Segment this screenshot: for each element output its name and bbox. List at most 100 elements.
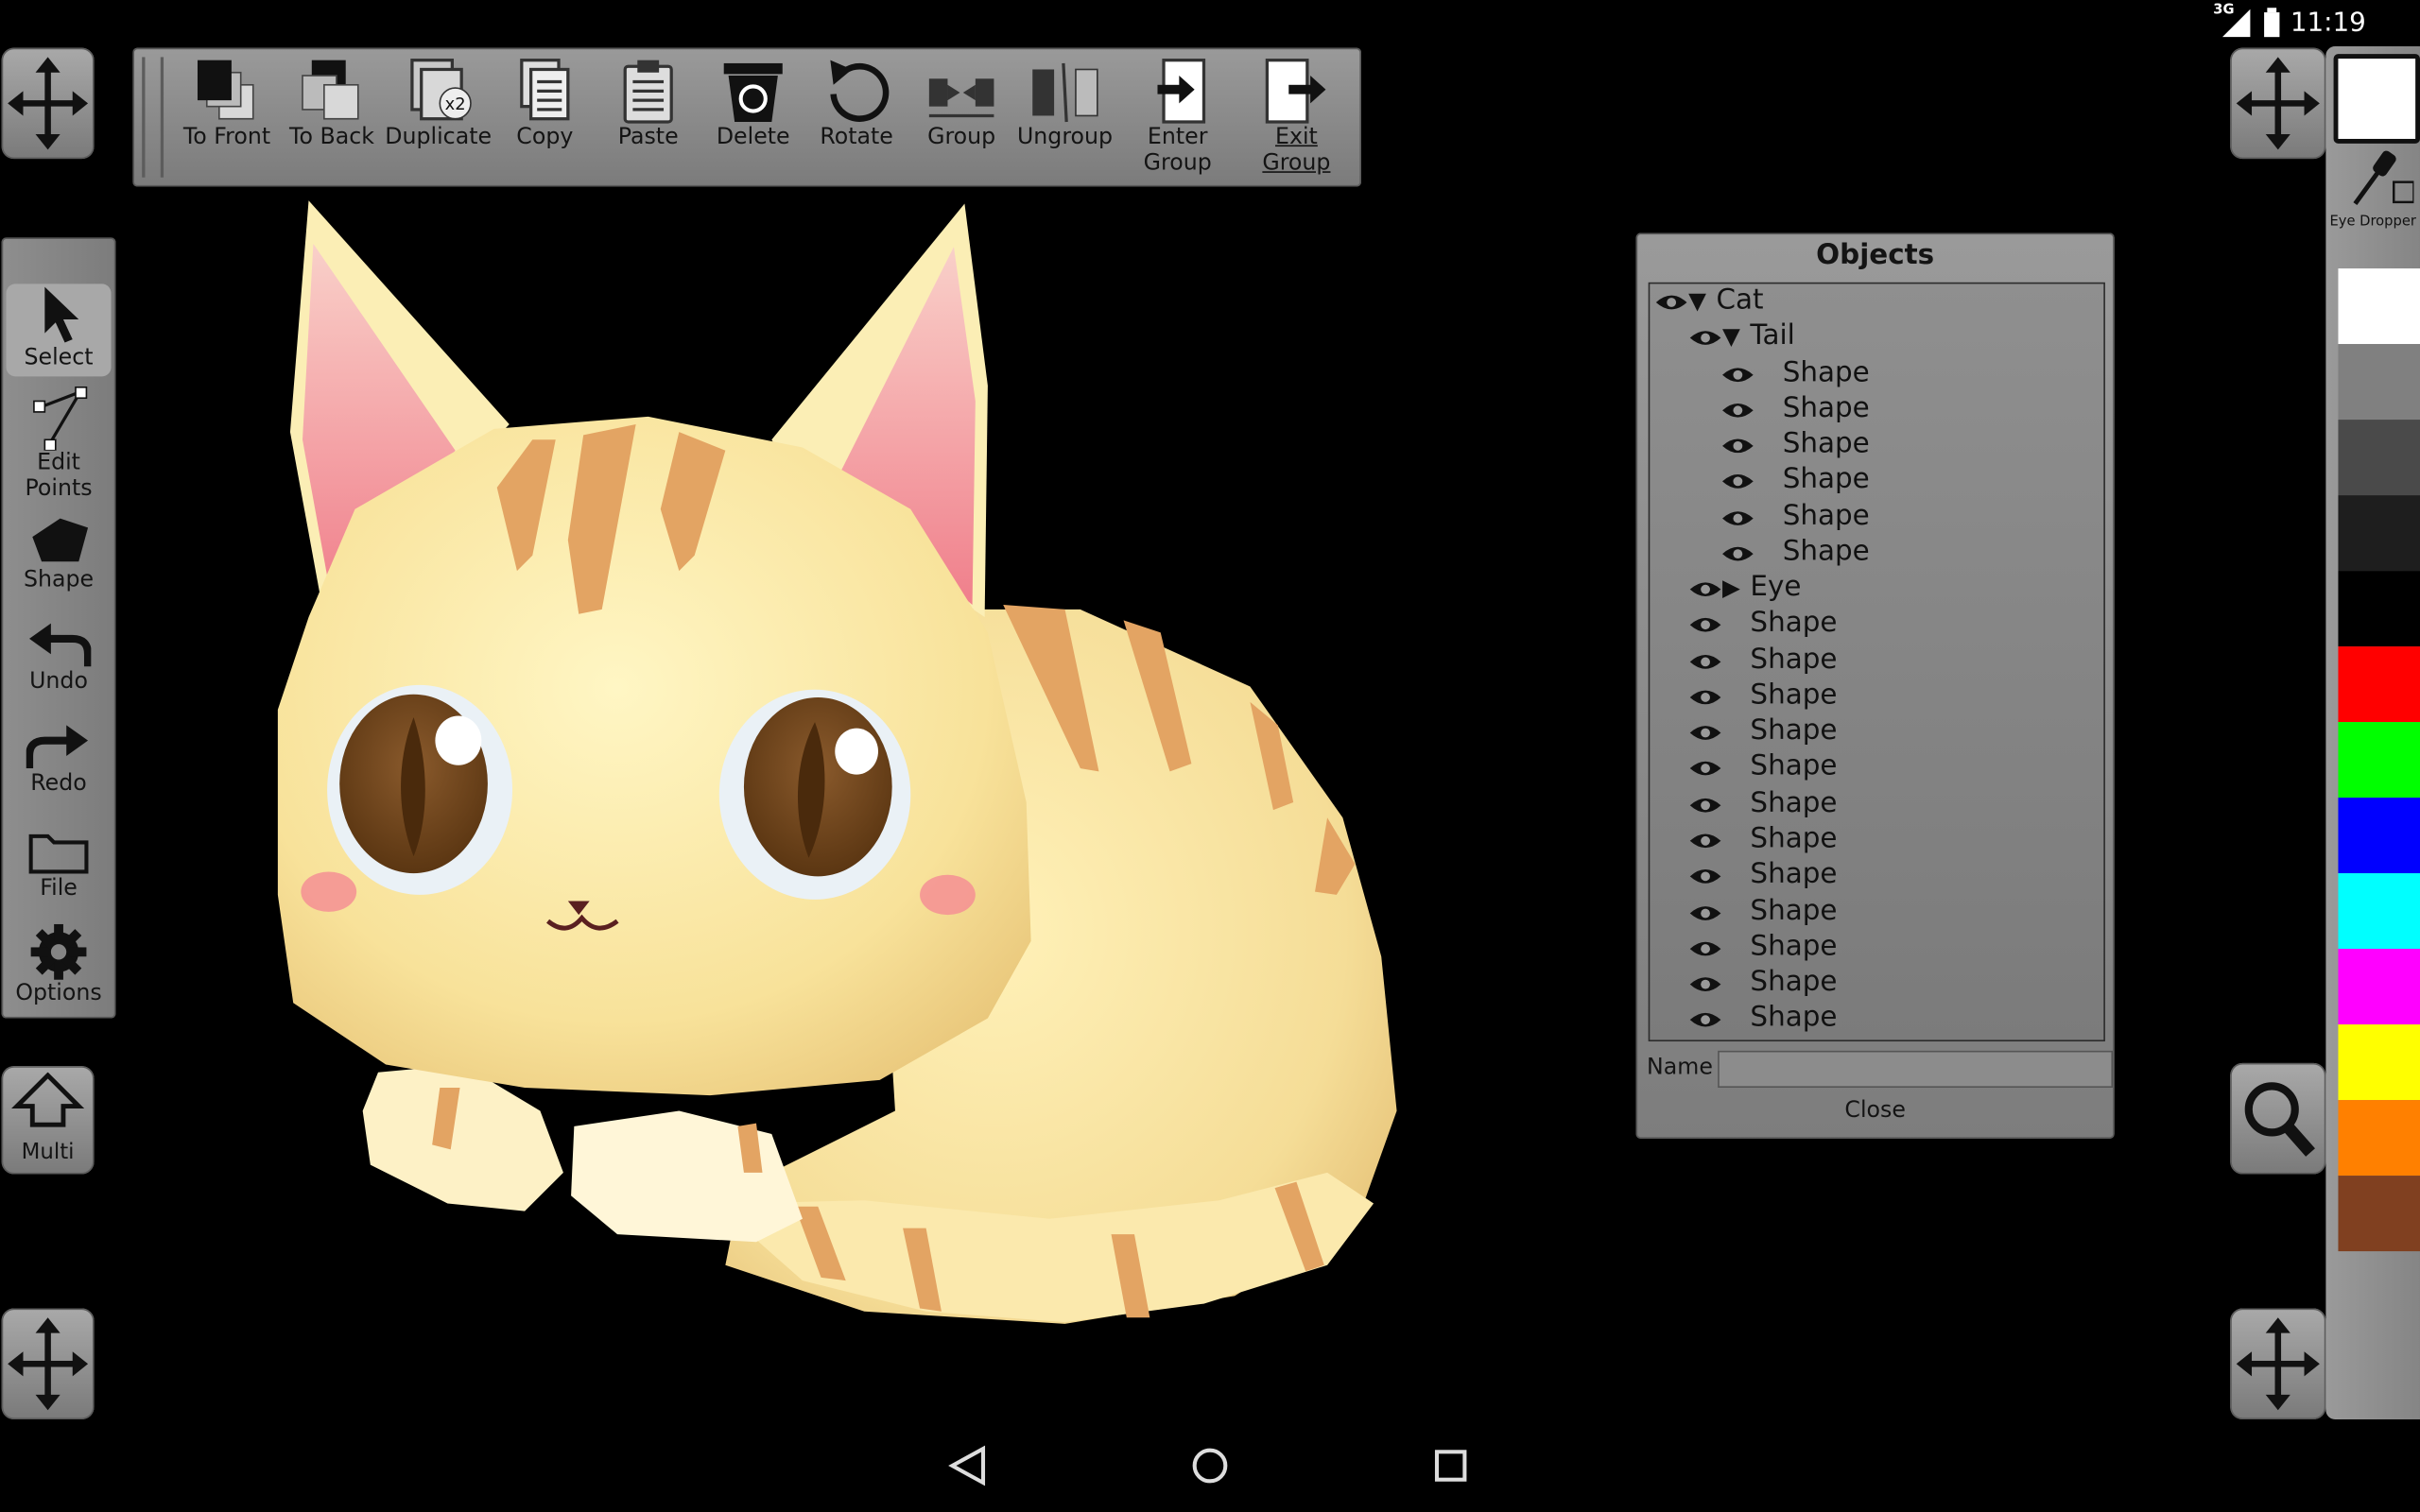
screen: 3G 11:19 To Front To Back x2 Duplicate C… — [0, 0, 2420, 1512]
color-swatch[interactable] — [2338, 344, 2420, 421]
tree-item-shape[interactable]: Shape — [1650, 895, 2103, 931]
to-back-button[interactable]: To Back — [276, 57, 388, 151]
eye-icon[interactable] — [1720, 400, 1754, 421]
exit-group-button[interactable]: Exit Group — [1241, 57, 1353, 177]
select-tool[interactable]: Select — [6, 284, 112, 377]
recents-nav-icon[interactable] — [1429, 1441, 1476, 1487]
eye-icon[interactable] — [1720, 543, 1754, 565]
color-swatch[interactable] — [2338, 420, 2420, 496]
expand-toggle[interactable]: ▶ — [1722, 574, 1740, 601]
color-swatch[interactable] — [2338, 949, 2420, 1025]
eye-icon[interactable] — [1720, 507, 1754, 529]
tree-item-shape[interactable]: Shape — [1650, 858, 2103, 894]
color-swatch[interactable] — [2338, 1176, 2420, 1252]
eye-icon[interactable] — [1688, 830, 1722, 851]
eye-icon[interactable] — [1688, 687, 1722, 709]
zoom-button[interactable] — [2230, 1062, 2326, 1175]
tree-item-label: Shape — [1782, 391, 1870, 424]
file-label: File — [40, 876, 78, 902]
group-button[interactable]: Group — [906, 57, 1017, 151]
ungroup-button[interactable]: Ungroup — [1010, 57, 1121, 151]
to-front-button[interactable]: To Front — [171, 57, 283, 151]
move-handle-top-left[interactable] — [1, 47, 95, 160]
eye-icon[interactable] — [1688, 902, 1722, 924]
options-button[interactable]: Options — [7, 922, 112, 1007]
tree-item-shape[interactable]: Shape — [1650, 930, 2103, 966]
enter-group-button[interactable]: Enter Group — [1122, 57, 1234, 177]
to-front-label: To Front — [182, 125, 271, 150]
close-button[interactable]: Close — [1636, 1098, 2115, 1123]
edit-points-tool[interactable]: Edit Points — [7, 386, 112, 503]
eye-icon[interactable] — [1688, 1009, 1722, 1031]
paste-button[interactable]: Paste — [593, 57, 704, 151]
tree-item-shape[interactable]: Shape — [1650, 427, 2103, 463]
shape-tool[interactable]: Shape — [7, 515, 112, 593]
eye-icon[interactable] — [1688, 866, 1722, 887]
eye-icon[interactable] — [1688, 938, 1722, 960]
file-button[interactable]: File — [7, 827, 112, 902]
move-handle-bottom-left[interactable] — [1, 1308, 95, 1420]
eye-dropper-button[interactable]: Eye Dropper — [2325, 142, 2420, 232]
objects-panel: Objects ▼ Cat ▼ Tail Shape Shape Shape S… — [1635, 232, 2115, 1139]
duplicate-button[interactable]: x2 Duplicate — [383, 57, 494, 151]
expand-toggle[interactable]: ▼ — [1722, 322, 1740, 350]
redo-button[interactable]: Redo — [7, 725, 112, 798]
eye-icon[interactable] — [1654, 292, 1688, 314]
tree-item-cat[interactable]: ▼ Cat — [1650, 284, 2103, 319]
tree-item-tail[interactable]: ▼ Tail — [1650, 319, 2103, 355]
home-nav-icon[interactable] — [1188, 1441, 1235, 1487]
tree-item-shape[interactable]: Shape — [1650, 356, 2103, 392]
tree-item-shape[interactable]: Shape — [1650, 500, 2103, 536]
color-swatch[interactable] — [2338, 873, 2420, 950]
tree-item-shape[interactable]: Shape — [1650, 463, 2103, 499]
edit-points-icon — [33, 386, 88, 451]
rotate-button[interactable]: Rotate — [801, 57, 912, 151]
tree-item-eye[interactable]: ▶ Eye — [1650, 571, 2103, 607]
tree-item-shape[interactable]: Shape — [1650, 679, 2103, 714]
eye-icon[interactable] — [1688, 758, 1722, 780]
eye-icon[interactable] — [1688, 327, 1722, 349]
tree-item-shape[interactable]: Shape — [1650, 822, 2103, 858]
delete-button[interactable]: Delete — [698, 57, 809, 151]
color-swatch[interactable] — [2338, 571, 2420, 647]
eye-icon[interactable] — [1720, 435, 1754, 456]
eye-icon[interactable] — [1688, 722, 1722, 744]
tree-item-shape[interactable]: Shape — [1650, 607, 2103, 643]
multi-button[interactable]: Multi — [1, 1066, 95, 1175]
name-field[interactable] — [1718, 1050, 2114, 1089]
eye-dropper-icon — [2353, 150, 2414, 205]
move-handle-top-right[interactable] — [2230, 47, 2326, 160]
tree-item-shape[interactable]: Shape — [1650, 392, 2103, 428]
color-swatch[interactable] — [2338, 1100, 2420, 1177]
tree-item-shape[interactable]: Shape — [1650, 787, 2103, 823]
eye-icon[interactable] — [1720, 471, 1754, 492]
color-swatch[interactable] — [2338, 798, 2420, 874]
eye-icon[interactable] — [1688, 973, 1722, 995]
color-swatch[interactable] — [2338, 268, 2420, 345]
back-nav-icon[interactable] — [946, 1441, 993, 1487]
current-color-swatch[interactable] — [2333, 54, 2420, 144]
shift-arrow-icon — [11, 1072, 85, 1127]
eye-icon[interactable] — [1688, 795, 1722, 816]
eye-icon[interactable] — [1720, 364, 1754, 386]
eye-icon[interactable] — [1688, 614, 1722, 636]
color-swatch[interactable] — [2338, 722, 2420, 799]
toolbar-grip[interactable] — [142, 57, 164, 178]
tree-item-shape[interactable]: Shape — [1650, 644, 2103, 679]
eye-icon[interactable] — [1688, 651, 1722, 673]
drawing-canvas[interactable] — [263, 193, 1420, 1334]
tree-item-shape[interactable]: Shape — [1650, 1002, 2103, 1038]
copy-button[interactable]: Copy — [490, 57, 601, 151]
color-swatch[interactable] — [2338, 646, 2420, 723]
move-handle-bottom-right[interactable] — [2230, 1308, 2326, 1420]
tree-item-shape[interactable]: Shape — [1650, 749, 2103, 785]
eye-icon[interactable] — [1688, 578, 1722, 600]
color-swatch[interactable] — [2338, 1024, 2420, 1101]
tree-item-shape[interactable]: Shape — [1650, 966, 2103, 1002]
tree-item-shape[interactable]: Shape — [1650, 536, 2103, 572]
tree-item-shape[interactable]: Shape — [1650, 714, 2103, 750]
expand-toggle[interactable]: ▼ — [1688, 287, 1706, 315]
color-swatch[interactable] — [2338, 495, 2420, 572]
objects-tree[interactable]: ▼ Cat ▼ Tail Shape Shape Shape Shape Sha… — [1648, 282, 2105, 1042]
undo-button[interactable]: Undo — [7, 623, 112, 696]
